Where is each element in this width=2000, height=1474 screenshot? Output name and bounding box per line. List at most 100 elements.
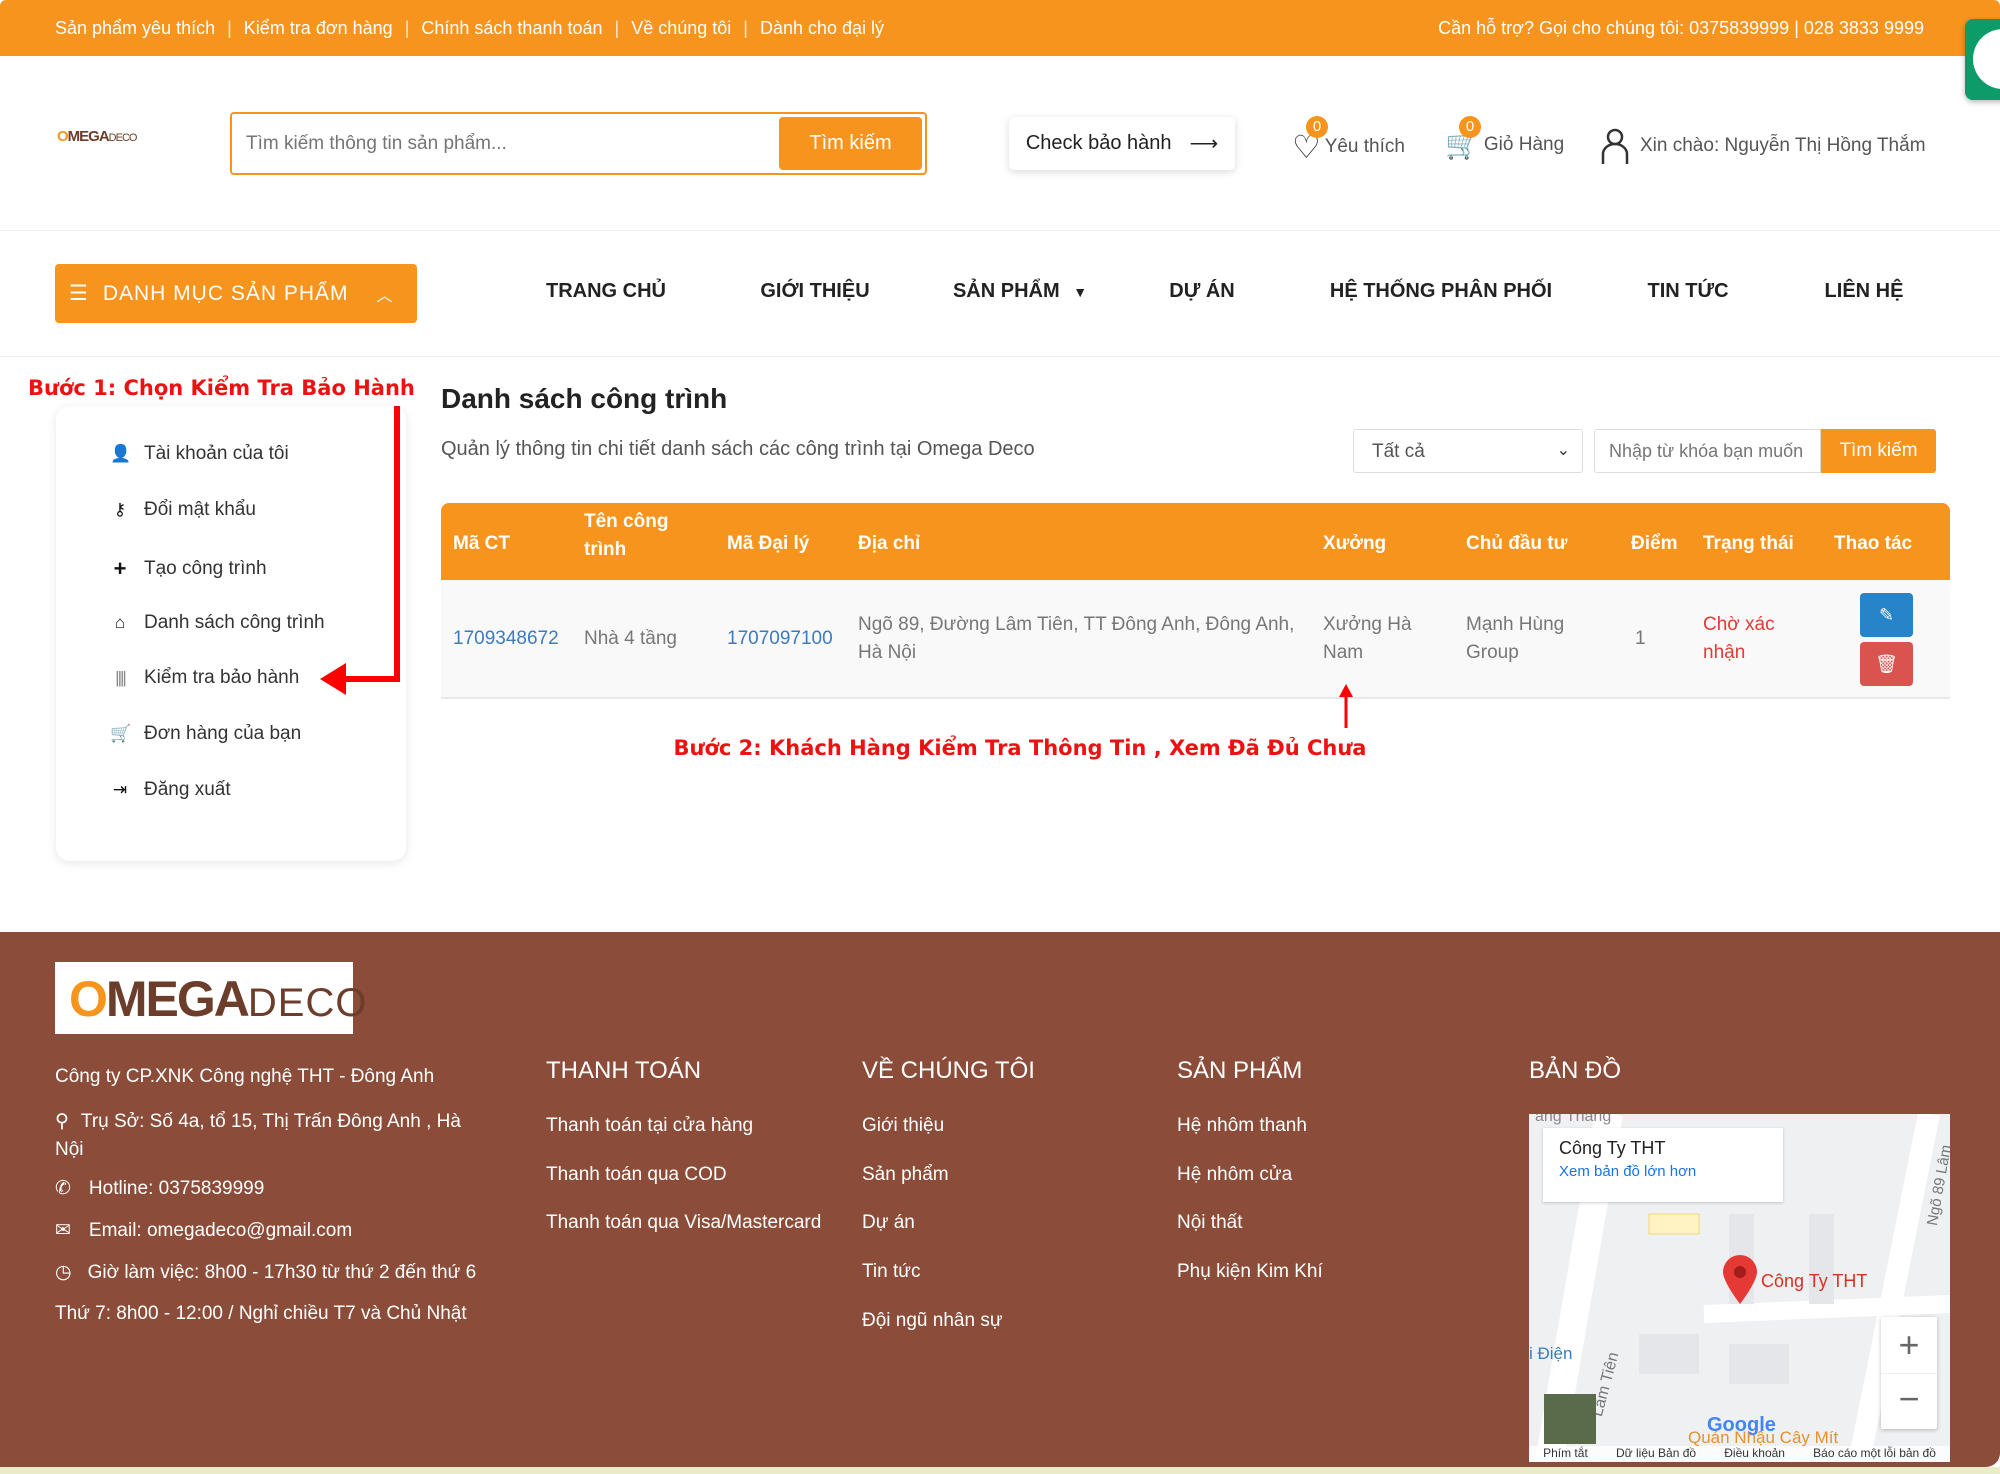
sidebar-item-warranty-check[interactable]: |||| Kiểm tra bảo hành xyxy=(110,667,299,689)
table-header: Mã CT Tên công trình Mã Đại lý Địa chỉ X… xyxy=(441,503,1950,580)
map-place-name: Công Ty THT xyxy=(1559,1138,1666,1158)
zoom-out-button[interactable]: − xyxy=(1881,1373,1937,1429)
product-category-button[interactable]: ☰ DANH MỤC SẢN PHẨM ︿ xyxy=(55,264,417,323)
keyword-search-button[interactable]: Tìm kiếm xyxy=(1821,429,1936,473)
phone-icon: ✆ xyxy=(55,1178,71,1199)
home-icon: ⌂ xyxy=(114,613,126,632)
address-text: Trụ Sở: Số 4a, tổ 15, Thị Trấn Đông Anh … xyxy=(55,1111,461,1160)
footer-link[interactable]: Thanh toán qua Visa/Mastercard xyxy=(546,1212,821,1234)
account-link[interactable]: Xin chào: Nguyễn Thị Hồng Thắm xyxy=(1600,128,1926,164)
column-header: Mã CT xyxy=(453,533,510,554)
edit-button[interactable]: ✎ xyxy=(1860,593,1913,637)
footer-link[interactable]: Giới thiệu xyxy=(862,1115,944,1137)
wishlist-label: Yêu thích xyxy=(1324,136,1405,157)
footer-link[interactable]: Tin tức xyxy=(862,1261,920,1283)
footer-link[interactable]: Nội thất xyxy=(1177,1212,1242,1234)
map-marker-icon xyxy=(1723,1255,1757,1304)
search-button[interactable]: Tìm kiếm xyxy=(779,117,922,170)
keyword-input[interactable] xyxy=(1594,429,1821,473)
plus-icon: + xyxy=(113,556,127,581)
footer-link[interactable]: Hệ nhôm thanh xyxy=(1177,1115,1307,1137)
key-icon: ⚷ xyxy=(113,500,127,519)
map-data-link[interactable]: Dữ liệu Bản đồ xyxy=(1616,1446,1696,1462)
search-input[interactable] xyxy=(246,128,766,160)
footer-heading-products: SẢN PHẨM xyxy=(1177,1057,1303,1084)
sidebar-item-logout[interactable]: ⇥ Đăng xuất xyxy=(110,779,231,801)
check-warranty-button[interactable]: Check bảo hành ⟶ xyxy=(1009,117,1235,170)
footer-link[interactable]: Hệ nhôm cửa xyxy=(1177,1164,1292,1186)
company-name: Công ty CP.XNK Công nghệ THT - Đông Anh xyxy=(55,1066,435,1087)
cart-link[interactable]: 🛒 0 Giỏ Hàng xyxy=(1445,116,1564,161)
map-terms-link[interactable]: Điều khoản xyxy=(1724,1446,1785,1462)
nav-products-label: SẢN PHẨM xyxy=(952,280,1060,302)
dealer-code-link[interactable]: 1707097100 xyxy=(727,625,833,653)
column-header: Mã Đại lý xyxy=(727,533,810,554)
nav-contact[interactable]: LIÊN HỆ xyxy=(1825,280,1904,303)
cart-count-badge: 0 xyxy=(1459,116,1481,138)
hotline-text: Hotline: 0375839999 xyxy=(88,1178,265,1199)
project-code-link[interactable]: 1709348672 xyxy=(453,625,559,653)
sidebar-item-label: Danh sách công trình xyxy=(144,612,325,633)
map-pin-icon: ⚲ xyxy=(55,1111,69,1132)
category-label: DANH MỤC SẢN PHẨM xyxy=(102,281,349,305)
greeting: Xin chào: Nguyễn Thị Hồng Thắm xyxy=(1640,135,1926,156)
check-warranty-label: Check bảo hành xyxy=(1025,132,1172,154)
footer-logo: OMEGADECO xyxy=(55,962,366,1034)
edit-icon: ✎ xyxy=(1878,604,1895,625)
map-info-card: Công Ty THT Xem bản đồ lớn hơn xyxy=(1543,1128,1783,1202)
top-bar: Sản phẩm yêu thích | Kiểm tra đơn hàng | C… xyxy=(0,0,2000,56)
embedded-map[interactable]: ang Thang Ngõ 89 Lâm Lâm Tiên i Điện Quá… xyxy=(1529,1114,1950,1462)
column-header: Địa chỉ xyxy=(858,533,921,554)
zoom-in-button[interactable]: + xyxy=(1881,1317,1937,1373)
floating-chat-widget[interactable] xyxy=(1965,19,2000,100)
separator: | xyxy=(743,18,748,38)
sidebar-item-label: Tạo công trình xyxy=(144,558,267,579)
email[interactable]: ✉ Email: omegadeco@gmail.com xyxy=(55,1219,352,1242)
view-larger-map-link[interactable]: Xem bản đồ lớn hơn xyxy=(1559,1163,1767,1180)
map-attribution-bar: Phím tắt Dữ liệu Bản đồ Điều khoản Báo c… xyxy=(1529,1446,1950,1462)
topbar-link-about[interactable]: Về chúng tôi xyxy=(631,18,731,39)
map-zoom-controls: + − xyxy=(1881,1317,1937,1429)
page-subtitle: Quản lý thông tin chi tiết danh sách các… xyxy=(441,438,1035,460)
delete-button[interactable]: 🗑 xyxy=(1860,642,1913,686)
google-logo: Google xyxy=(1707,1414,1776,1436)
status-filter-select[interactable]: Tất cả ⌄ xyxy=(1353,429,1583,473)
footer-link[interactable]: Đội ngũ nhân sự xyxy=(862,1310,1003,1332)
cart-icon: 🛒 0 xyxy=(1445,116,1481,160)
footer-heading-payment: THANH TOÁN xyxy=(546,1057,702,1084)
sidebar-item-account[interactable]: 👤 Tài khoản của tôi xyxy=(110,443,289,465)
sidebar-item-label: Tài khoản của tôi xyxy=(144,443,289,464)
nav-distribution[interactable]: HỆ THỐNG PHÂN PHỐI xyxy=(1330,280,1552,303)
satellite-toggle[interactable] xyxy=(1544,1394,1596,1444)
map-report-link[interactable]: Báo cáo một lỗi bản đồ xyxy=(1813,1446,1936,1462)
sidebar-item-create-project[interactable]: + Tạo công trình xyxy=(110,556,267,582)
topbar-link-favorites[interactable]: Sản phẩm yêu thích xyxy=(55,18,215,39)
footer-link[interactable]: Sản phẩm xyxy=(862,1164,949,1186)
logo[interactable]: OMEGADECO xyxy=(57,128,147,154)
map-marker-label: Công Ty THT xyxy=(1761,1271,1868,1291)
email-text: Email: omegadeco@gmail.com xyxy=(88,1220,353,1241)
topbar-link-dealers[interactable]: Dành cho đại lý xyxy=(760,18,884,39)
topbar-link-order-check[interactable]: Kiểm tra đơn hàng xyxy=(244,18,393,39)
nav-products[interactable]: SẢN PHẨM ▼ xyxy=(953,280,1087,303)
separator: | xyxy=(614,18,620,38)
footer-link[interactable]: Dự án xyxy=(862,1212,915,1234)
nav-about[interactable]: GIỚI THIỆU xyxy=(760,280,869,303)
nav-home[interactable]: TRANG CHỦ xyxy=(546,280,666,303)
clock-icon: ◷ xyxy=(55,1262,72,1283)
footer-link[interactable]: Phụ kiện Kim Khí xyxy=(1177,1261,1323,1283)
sidebar-item-change-password[interactable]: ⚷ Đổi mật khẩu xyxy=(110,499,256,521)
wishlist-link[interactable]: ♡ 0 Yêu thích xyxy=(1292,116,1405,166)
sidebar-item-orders[interactable]: 🛒 Đơn hàng của bạn xyxy=(110,723,301,745)
hotline[interactable]: ✆ Hotline: 0375839999 xyxy=(55,1177,264,1200)
topbar-link-payment-policy[interactable]: Chính sách thanh toán xyxy=(421,18,602,39)
footer-bottom-strip xyxy=(0,1467,2000,1474)
sidebar-item-label: Đăng xuất xyxy=(144,779,231,800)
project-name: Nhà 4 tầng xyxy=(584,628,677,649)
nav-news[interactable]: TIN TỨC xyxy=(1647,280,1728,303)
map-shortcuts-link[interactable]: Phím tắt xyxy=(1543,1446,1588,1462)
nav-projects[interactable]: DỰ ÁN xyxy=(1169,280,1234,303)
footer-link[interactable]: Thanh toán qua COD xyxy=(546,1164,727,1186)
sidebar-item-project-list[interactable]: ⌂ Danh sách công trình xyxy=(110,612,325,634)
footer-link[interactable]: Thanh toán tại cửa hàng xyxy=(546,1115,753,1137)
